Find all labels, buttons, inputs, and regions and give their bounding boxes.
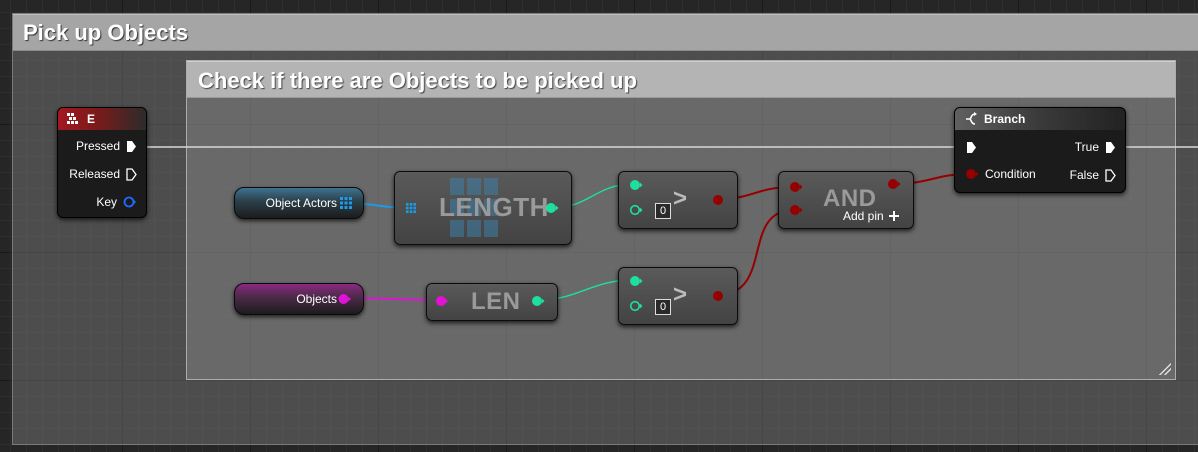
bool-pin-connected-icon[interactable] bbox=[789, 204, 803, 216]
greater-than-symbol: > bbox=[673, 185, 688, 212]
greater-than-node[interactable]: 0 > bbox=[618, 267, 738, 325]
pin-row-true[interactable]: True bbox=[1075, 140, 1116, 154]
struct-pin-icon[interactable] bbox=[123, 196, 137, 208]
greater-than-node[interactable]: 0 > bbox=[618, 171, 738, 229]
greater-than-symbol: > bbox=[673, 281, 688, 308]
branch-icon bbox=[966, 112, 977, 125]
array-pin-icon[interactable] bbox=[406, 203, 416, 213]
int-pin-connected-icon[interactable] bbox=[629, 179, 643, 191]
bool-pin-connected-icon[interactable] bbox=[789, 181, 803, 193]
default-value-input[interactable]: 0 bbox=[655, 299, 671, 315]
node-title: E bbox=[87, 112, 96, 126]
plus-icon bbox=[888, 211, 899, 221]
resize-grip-icon[interactable] bbox=[1159, 363, 1171, 375]
default-value-input[interactable]: 0 bbox=[655, 203, 671, 219]
int-pin-icon[interactable] bbox=[629, 204, 643, 216]
string-pin-icon[interactable] bbox=[338, 293, 351, 305]
exec-pin-icon[interactable] bbox=[1105, 168, 1116, 182]
variable-object-actors[interactable]: Object Actors bbox=[234, 187, 364, 219]
int-pin-icon[interactable] bbox=[629, 300, 643, 312]
int-pin-connected-icon[interactable] bbox=[545, 202, 559, 214]
exec-pin-connected-icon[interactable] bbox=[126, 140, 137, 153]
pin-row-false[interactable]: False bbox=[1070, 168, 1116, 182]
pin-label: Pressed bbox=[75, 139, 120, 153]
pin-row-pressed[interactable]: Pressed bbox=[76, 139, 137, 153]
array-pin-icon[interactable] bbox=[340, 197, 352, 209]
exec-pin-connected-icon[interactable] bbox=[1105, 141, 1116, 154]
exec-pin-icon[interactable] bbox=[126, 167, 137, 181]
node-title: LENGTH bbox=[439, 192, 549, 222]
bool-pin-connected-icon[interactable] bbox=[887, 178, 901, 190]
exec-pin-connected-icon[interactable] bbox=[966, 141, 977, 154]
add-pin-label: Add pin bbox=[843, 209, 884, 223]
pin-label: True bbox=[1074, 140, 1099, 154]
bool-pin-connected-icon[interactable] bbox=[712, 290, 724, 302]
bool-pin-connected-icon[interactable] bbox=[712, 194, 724, 206]
comment-header[interactable] bbox=[13, 14, 1198, 51]
bool-pin-connected-icon[interactable] bbox=[965, 168, 979, 180]
string-len-node[interactable]: LEN bbox=[426, 283, 558, 321]
keyboard-event-icon bbox=[67, 113, 78, 124]
add-pin-button[interactable]: Add pin bbox=[843, 209, 899, 223]
int-pin-connected-icon[interactable] bbox=[531, 295, 545, 307]
node-title: LEN bbox=[471, 288, 521, 315]
array-length-node[interactable]: LENGTH bbox=[394, 171, 572, 245]
pin-row-released[interactable]: Released bbox=[69, 167, 137, 181]
variable-label: Objects bbox=[296, 292, 337, 306]
node-header[interactable]: E bbox=[58, 108, 146, 130]
pin-label: False bbox=[1069, 168, 1099, 182]
pin-label: Released bbox=[69, 167, 120, 181]
variable-label: Object Actors bbox=[265, 196, 337, 210]
node-header[interactable]: Branch bbox=[955, 108, 1125, 130]
boolean-and-node[interactable]: AND Add pin bbox=[778, 171, 914, 229]
variable-objects[interactable]: Objects bbox=[234, 283, 364, 315]
input-event-node-e[interactable]: E Pressed Released Key bbox=[57, 107, 147, 218]
node-title: Branch bbox=[984, 112, 1026, 126]
int-pin-connected-icon[interactable] bbox=[629, 275, 643, 287]
pin-label: Key bbox=[96, 195, 117, 209]
pin-row-key[interactable]: Key bbox=[96, 195, 137, 209]
string-pin-connected-icon[interactable] bbox=[435, 295, 448, 307]
comment-title: Pick up Objects bbox=[23, 20, 189, 45]
condition-label: Condition bbox=[985, 167, 1036, 181]
comment-title: Check if there are Objects to be picked … bbox=[198, 68, 637, 93]
branch-node[interactable]: Branch Condition True False bbox=[954, 107, 1126, 193]
